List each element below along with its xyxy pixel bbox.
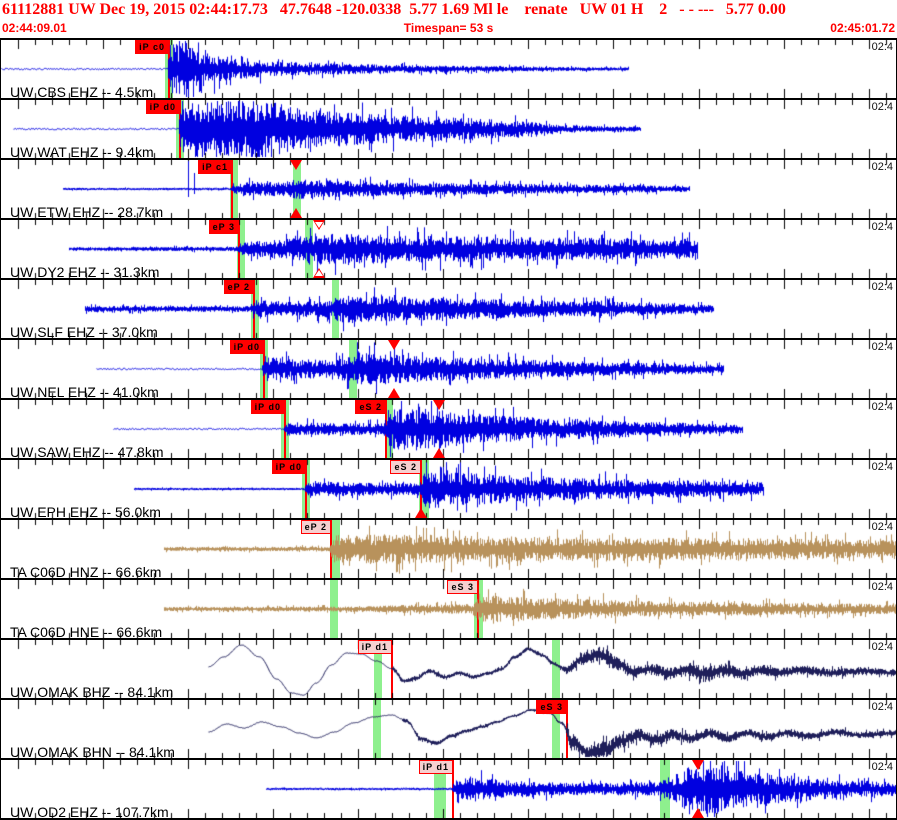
panel-time-label: 02:4 (871, 401, 893, 413)
pick-flag-icon (290, 208, 302, 218)
pick-label[interactable]: iP d1 (418, 760, 453, 774)
pick-label[interactable]: iP d1 (357, 640, 392, 654)
pick-label[interactable]: iP c1 (198, 160, 232, 174)
pick-label[interactable]: iP c0 (135, 40, 169, 54)
trace-panels-container: iP c0 UW CBS EHZ -- 4.5km 02:4 iP d0 UW WAT … (0, 38, 897, 820)
pick-flag-icon (433, 400, 445, 410)
station-channel-label: TA C06D HNZ -- 66.6km (10, 564, 162, 578)
pick-flag-icon (290, 160, 302, 170)
panel-time-label: 02:4 (871, 281, 893, 293)
station-channel-label: UW SAW EHZ -- 47.8km (10, 444, 164, 458)
pick-flag-icon (388, 388, 400, 398)
pick-flag-icon (388, 340, 400, 350)
pick-label[interactable]: eS 3 (447, 580, 478, 594)
station-channel-label: UW OMAK BHN -- 84.1km (10, 744, 175, 758)
trace-panel: iP d0 UW NEL EHZ -- 41.0km 02:4 (1, 338, 896, 398)
trace-panel: iP d0 eS 2 UW EPH EHZ -- 56.0km 02:4 (1, 458, 896, 518)
trace-panel: iP d0 UW WAT EHZ -- 9.4km 02:4 (1, 98, 896, 158)
panel-time-label: 02:4 (871, 461, 893, 473)
trace-panel: iP c1 UW ETW EHZ -- 28.7km 02:4 (1, 158, 896, 218)
pick-flag-icon (692, 808, 704, 818)
pick-label[interactable]: eS 2 (355, 400, 386, 414)
panel-time-label: 02:4 (871, 521, 893, 533)
pick-label[interactable]: eS 2 (390, 460, 421, 474)
pick-flag-outline-icon (315, 222, 323, 228)
pick-flag-icon (415, 508, 427, 518)
trace-panel: iP d0 eS 2 UW SAW EHZ -- 47.8km 02:4 (1, 398, 896, 458)
pick-label[interactable]: iP d0 (229, 340, 264, 354)
station-channel-label: UW WAT EHZ -- 9.4km (10, 144, 154, 158)
trace-panel: eS 3 UW OMAK BHN -- 84.1km 02:4 (1, 698, 896, 758)
station-channel-label: UW NEL EHZ -- 41.0km (10, 384, 159, 398)
trace-panel: iP d1 UW OMAK BHZ -- 84.1km 02:4 (1, 638, 896, 698)
station-channel-label: UW SLF EHZ -- 37.0km (10, 324, 158, 338)
station-channel-label: UW ETW EHZ -- 28.7km (10, 204, 164, 218)
trace-panel: eS 3 TA C06D HNE -- 66.6km 02:4 (1, 578, 896, 638)
pick-flag-outline-icon (315, 270, 323, 276)
pick-flag-icon (433, 448, 445, 458)
trace-panel: iP c0 UW CBS EHZ -- 4.5km 02:4 (1, 38, 896, 98)
station-channel-label: UW OD2 EHZ -- 107.7km (10, 804, 169, 818)
station-channel-label: UW DY2 EHZ -- 31.3km (10, 264, 160, 278)
station-channel-label: UW OMAK BHZ -- 84.1km (10, 684, 174, 698)
pick-flag-icon (692, 760, 704, 770)
pick-label[interactable]: iP d0 (145, 100, 180, 114)
panel-time-label: 02:4 (871, 581, 893, 593)
station-channel-label: TA C06D HNE -- 66.6km (10, 624, 163, 638)
time-axis-header: 02:44:09.01 Timespan= 53 s 02:45:01.72 (2, 21, 895, 35)
panel-time-label: 02:4 (871, 221, 893, 233)
event-header: 61112881 UW Dec 19, 2015 02:44:17.73 47.… (0, 0, 897, 38)
timespan-label: Timespan= 53 s (403, 21, 494, 35)
pick-label[interactable]: eP 3 (208, 220, 239, 234)
panel-time-label: 02:4 (871, 341, 893, 353)
panel-time-label: 02:4 (871, 641, 893, 653)
trace-panel: iP d1 UW OD2 EHZ -- 107.7km 02:4 (1, 758, 896, 818)
pick-label[interactable]: eS 3 (536, 700, 567, 714)
event-summary-line: 61112881 UW Dec 19, 2015 02:44:17.73 47.… (2, 1, 786, 18)
trace-panel: eP 3 UW DY2 EHZ -- 31.3km 02:4 (1, 218, 896, 278)
pick-label[interactable]: iP d0 (271, 460, 306, 474)
panel-time-label: 02:4 (871, 101, 893, 113)
pick-label[interactable]: eP 2 (223, 280, 254, 294)
panel-time-label: 02:4 (871, 701, 893, 713)
station-channel-label: UW EPH EHZ -- 56.0km (10, 504, 161, 518)
seismogram-viewer: 61112881 UW Dec 19, 2015 02:44:17.73 47.… (0, 0, 897, 820)
trace-panel: eP 2 UW SLF EHZ -- 37.0km 02:4 (1, 278, 896, 338)
trace-panel: eP 2 TA C06D HNZ -- 66.6km 02:4 (1, 518, 896, 578)
panel-time-label: 02:4 (871, 761, 893, 773)
panel-time-label: 02:4 (871, 41, 893, 53)
panel-time-label: 02:4 (871, 161, 893, 173)
pick-label[interactable]: eP 2 (300, 520, 331, 534)
station-channel-label: UW CBS EHZ -- 4.5km (10, 84, 154, 98)
pick-label[interactable]: iP d0 (250, 400, 285, 414)
